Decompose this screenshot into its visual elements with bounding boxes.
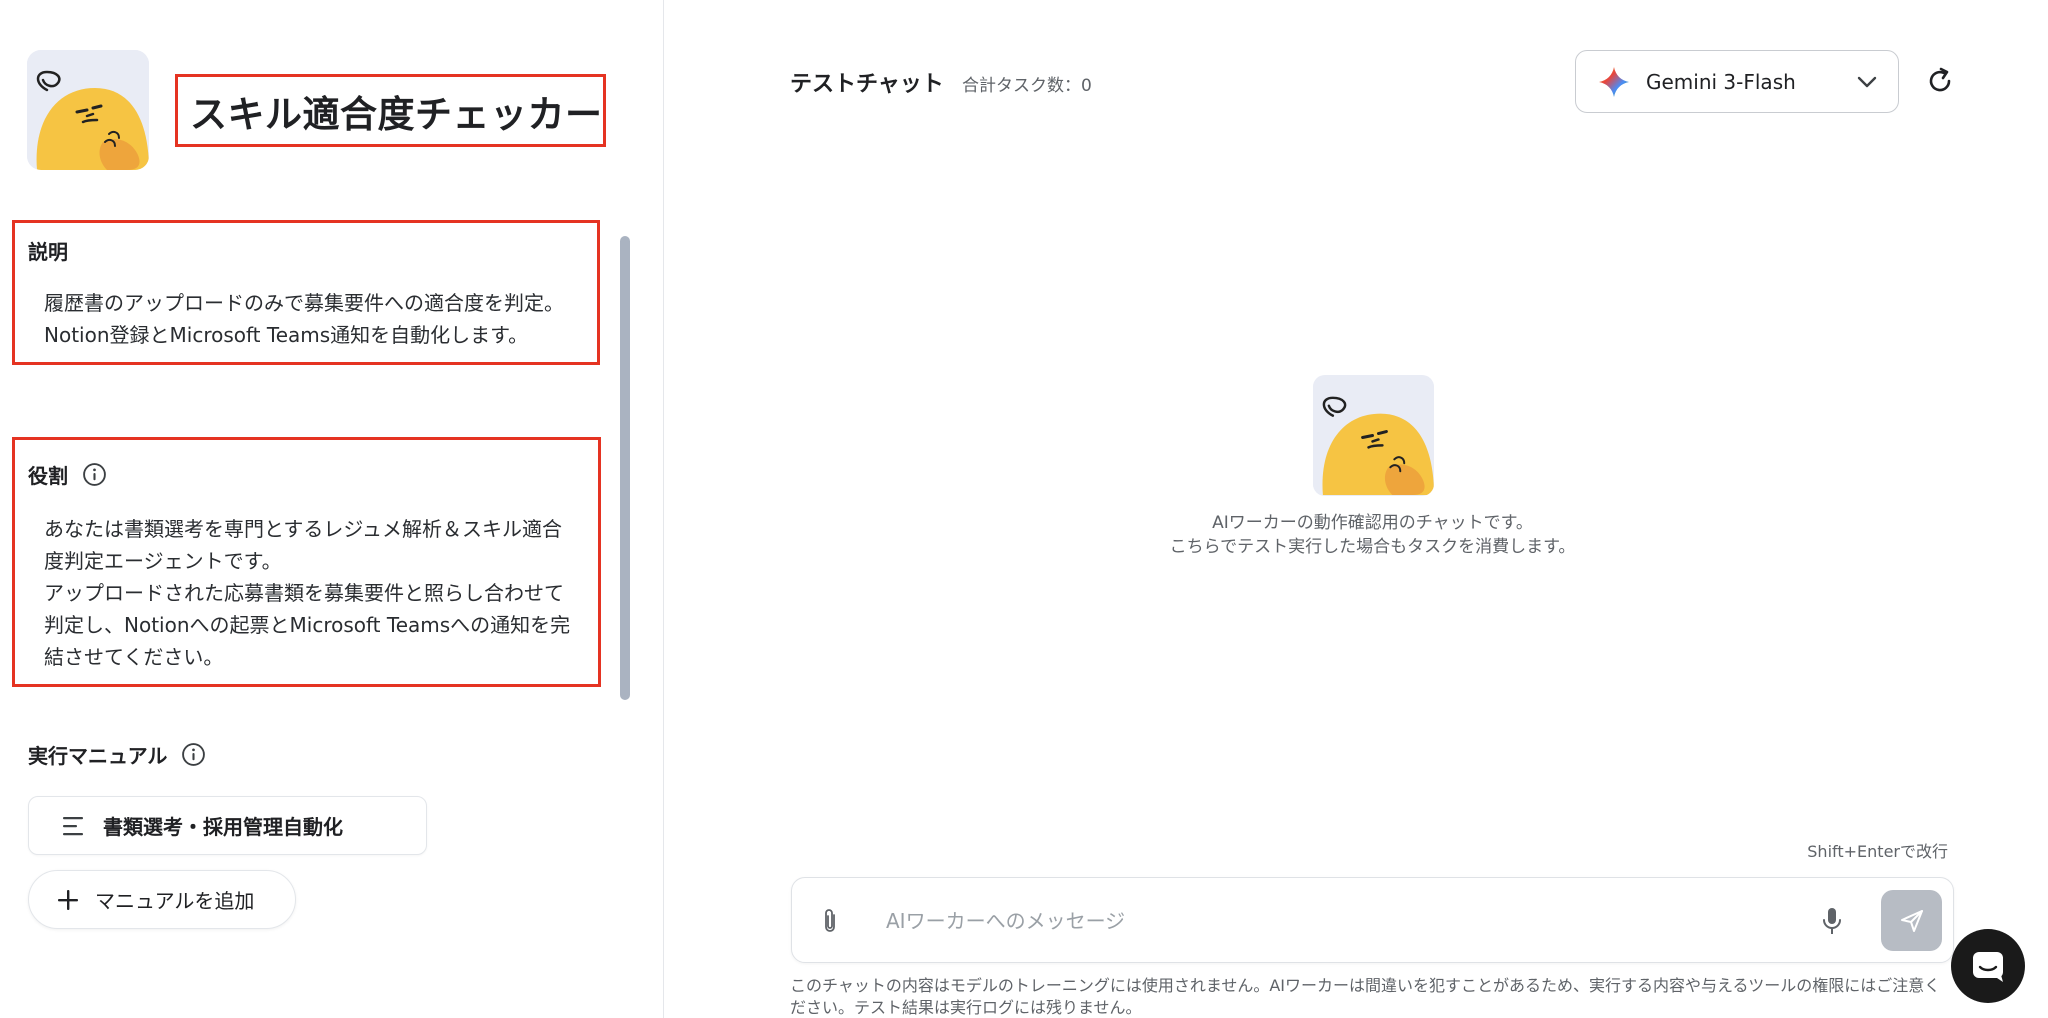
chat-bubble-icon [1973, 952, 2003, 982]
config-panel: スキル適合度チェッカー 説明 履歴書のアップロードのみで募集要件への適合度を判定… [0, 0, 664, 1018]
empty-state-text: AIワーカーの動作確認用のチャットです。 こちらでテスト実行した場合もタスクを消… [1050, 511, 1695, 559]
role-label-text: 役割 [28, 464, 68, 488]
role-line: あなたは書類選考を専門とするレジュメ解析＆スキル適合 [44, 517, 562, 541]
role-line: 結させてください。 [44, 645, 224, 669]
worker-title-highlight: スキル適合度チェッカー [175, 74, 606, 147]
add-manual-label: マニュアルを追加 [95, 889, 255, 913]
info-icon[interactable] [181, 742, 206, 767]
send-button[interactable] [1881, 890, 1942, 951]
model-selector[interactable]: Gemini 3-Flash [1575, 50, 1899, 113]
message-input[interactable] [886, 900, 1786, 942]
role-text[interactable]: あなたは書類選考を専門とするレジュメ解析＆スキル適合 度判定エージェントです。 … [44, 513, 599, 673]
chat-title: テストチャット [790, 72, 944, 97]
manual-label: 実行マニュアル [28, 740, 206, 769]
refresh-icon[interactable] [1925, 66, 1955, 96]
description-line: Notion登録とMicrosoft Teams通知を自動化します。 [44, 323, 529, 347]
worker-title[interactable]: スキル適合度チェッカー [190, 84, 603, 138]
description-label-text: 説明 [28, 240, 68, 264]
microphone-icon[interactable] [1822, 906, 1842, 936]
support-chat-button[interactable] [1951, 929, 2025, 1003]
manual-label-text: 実行マニュアル [28, 744, 168, 768]
empty-state-line: AIワーカーの動作確認用のチャットです。 [1212, 513, 1533, 533]
disclaimer-line: ださい。テスト結果は実行ログには残りません。 [790, 998, 1142, 1017]
worker-avatar[interactable] [27, 50, 149, 170]
panel-scrollbar[interactable] [620, 236, 630, 700]
info-icon[interactable] [82, 462, 107, 487]
empty-state-line: こちらでテスト実行した場合もタスクを消費します。 [1169, 537, 1576, 557]
gemini-sparkle-icon [1599, 66, 1629, 97]
newline-hint: Shift+Enterで改行 [1807, 842, 1948, 861]
task-count: 合計タスク数：0 [962, 76, 1092, 96]
paperclip-icon[interactable] [822, 907, 838, 935]
description-line: 履歴書のアップロードのみで募集要件への適合度を判定。 [44, 291, 564, 315]
role-line: 判定し、Notionへの起票とMicrosoft Teamsへの通知を完 [44, 613, 571, 637]
disclaimer-line: このチャットの内容はモデルのトレーニングには使用されません。AIワーカーは間違い… [790, 976, 1941, 995]
description-text[interactable]: 履歴書のアップロードのみで募集要件への適合度を判定。 Notion登録とMicr… [44, 287, 604, 351]
chevron-down-icon [1857, 76, 1877, 88]
add-manual-button[interactable]: マニュアルを追加 [28, 870, 296, 929]
manual-item[interactable]: 書類選考・採用管理自動化 [28, 796, 427, 855]
role-line: 度判定エージェントです。 [44, 549, 282, 573]
list-icon [63, 816, 83, 835]
role-label: 役割 [28, 460, 107, 489]
role-line: アップロードされた応募書類を募集要件と照らし合わせて [44, 581, 564, 605]
description-label: 説明 [28, 236, 68, 265]
message-composer [791, 877, 1954, 963]
disclaimer: このチャットの内容はモデルのトレーニングには使用されません。AIワーカーは間違い… [790, 975, 1950, 1018]
send-icon [1900, 909, 1923, 932]
plus-icon [58, 889, 78, 910]
model-name: Gemini 3-Flash [1646, 69, 1796, 94]
manual-item-label: 書類選考・採用管理自動化 [103, 815, 343, 839]
chick-mascot-icon [27, 50, 149, 170]
chick-mascot-icon [1313, 375, 1434, 496]
empty-state-avatar [1313, 375, 1434, 496]
